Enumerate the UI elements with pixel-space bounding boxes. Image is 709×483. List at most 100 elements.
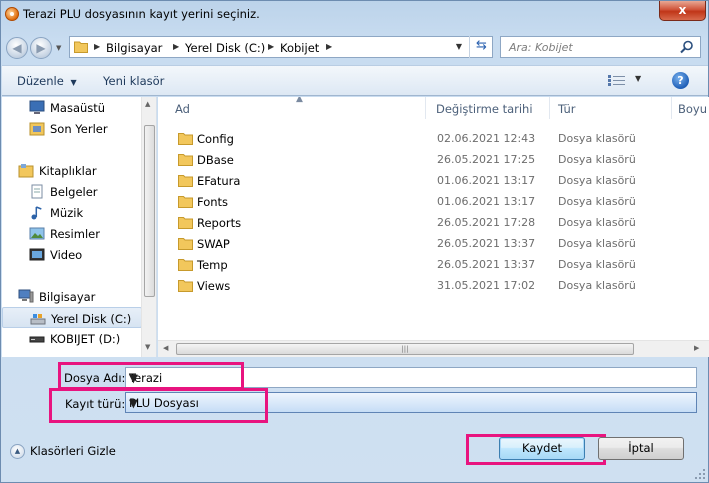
file-type: Dosya klasörü	[558, 258, 636, 271]
file-list-pane: Ad ▲ Değiştirme tarihi Tür Boyu Config 0…	[158, 97, 709, 357]
breadcrumb-separator-icon[interactable]: ▶	[268, 42, 274, 51]
chevron-down-icon[interactable]: ▼	[129, 396, 692, 410]
horizontal-scrollbar[interactable]: ◀ ||| ▶	[158, 340, 709, 357]
search-box[interactable]: Ara: Kobijet	[500, 36, 701, 58]
file-type: Dosya klasörü	[558, 279, 636, 292]
file-name: EFatura	[197, 174, 241, 188]
recent-pages-dropdown-icon[interactable]: ▼	[56, 44, 64, 52]
sidebar-item-video[interactable]: Video	[2, 244, 142, 265]
sidebar-item-local-disk[interactable]: Yerel Disk (C:)	[2, 307, 142, 328]
sidebar-scrollbar[interactable]: ▲ ▼	[141, 97, 156, 357]
view-options-dropdown-icon[interactable]: ▼	[635, 74, 641, 83]
refresh-icon: ⇆	[476, 38, 487, 53]
list-item[interactable]: Temp 26.05.2021 13:37 Dosya klasörü	[168, 254, 688, 275]
sidebar-item-label: Kitaplıklar	[39, 164, 97, 178]
file-type: Dosya klasörü	[558, 216, 636, 229]
column-header-label: Tür	[558, 102, 576, 116]
list-item[interactable]: Views 31.05.2021 17:02 Dosya klasörü	[168, 275, 688, 296]
folder-icon	[178, 217, 193, 229]
scroll-down-icon[interactable]: ▼	[145, 343, 150, 351]
list-item[interactable]: Fonts 01.06.2021 13:17 Dosya klasörü	[168, 191, 688, 212]
breadcrumb-computer[interactable]: Bilgisayar	[106, 41, 162, 55]
sidebar-item-label: Belgeler	[50, 185, 98, 199]
breadcrumb-local-disk[interactable]: Yerel Disk (C:)	[185, 41, 265, 55]
cancel-button[interactable]: İptal	[598, 437, 684, 460]
organize-menu-button[interactable]: Düzenle ▼	[17, 74, 77, 88]
sidebar-item-label: Bilgisayar	[39, 290, 96, 304]
breadcrumb-kobijet[interactable]: Kobijet	[280, 41, 319, 55]
save-type-select[interactable]: PLU Dosyası ▼	[125, 392, 697, 413]
list-item[interactable]: Reports 26.05.2021 17:28 Dosya klasörü	[168, 212, 688, 233]
folder-icon	[74, 41, 88, 53]
list-item[interactable]: Config 02.06.2021 12:43 Dosya klasörü	[168, 128, 688, 149]
pictures-icon	[29, 227, 45, 240]
sidebar-item-pictures[interactable]: Resimler	[2, 223, 142, 244]
save-file-dialog: Terazi PLU dosyasının kayıt yerini seçin…	[0, 0, 709, 483]
file-date: 26.05.2021 17:25	[437, 153, 536, 166]
column-header-size[interactable]: Boyu	[672, 97, 709, 119]
folder-icon	[178, 280, 193, 292]
save-button[interactable]: Kaydet	[499, 437, 585, 460]
scroll-thumb[interactable]: |||	[176, 343, 634, 355]
sidebar-item-libraries[interactable]: Kitaplıklar	[2, 160, 142, 181]
column-header-type[interactable]: Tür	[550, 97, 672, 119]
address-dropdown-icon[interactable]: ▼	[456, 42, 462, 51]
command-toolbar: Düzenle ▼ Yeni klasör ▼ ?	[2, 65, 708, 96]
folder-icon	[178, 196, 193, 208]
file-type: Dosya klasörü	[558, 153, 636, 166]
file-date: 26.05.2021 13:37	[437, 258, 536, 271]
breadcrumb-separator-icon[interactable]: ▶	[326, 42, 332, 51]
sidebar-item-computer[interactable]: Bilgisayar	[2, 286, 142, 307]
navigation-pane: Masaüstü Son Yerler Kitaplıklar Belgeler…	[2, 97, 157, 357]
breadcrumb-separator-icon[interactable]: ▶	[94, 42, 100, 51]
sidebar-item-label: Son Yerler	[50, 122, 108, 136]
resize-grip-icon[interactable]	[694, 468, 706, 480]
sidebar-item-music[interactable]: Müzik	[2, 202, 142, 223]
help-icon[interactable]: ?	[672, 72, 689, 89]
column-header-label: Boyu	[678, 102, 708, 116]
scroll-up-icon[interactable]: ▲	[145, 100, 150, 108]
address-bar[interactable]: ▶ Bilgisayar ▶ Yerel Disk (C:) ▶ Kobijet…	[69, 36, 493, 58]
forward-button[interactable]: ▶	[30, 37, 52, 59]
column-header-name[interactable]: Ad ▲	[158, 97, 426, 119]
file-date: 02.06.2021 12:43	[437, 132, 536, 145]
list-item[interactable]: SWAP 26.05.2021 13:37 Dosya klasörü	[168, 233, 688, 254]
file-date: 01.06.2021 13:17	[437, 195, 536, 208]
file-name: Reports	[197, 216, 242, 230]
change-view-icon[interactable]	[608, 74, 625, 87]
close-button[interactable]: x	[659, 1, 706, 21]
sidebar-item-desktop[interactable]: Masaüstü	[2, 97, 142, 118]
sort-ascending-icon: ▲	[296, 97, 303, 104]
scroll-thumb[interactable]	[144, 125, 155, 297]
file-name: SWAP	[197, 237, 230, 251]
breadcrumb-separator-icon[interactable]: ▶	[173, 42, 179, 51]
window-title: Terazi PLU dosyasının kayıt yerini seçin…	[23, 7, 260, 21]
refresh-button[interactable]: ⇆	[469, 36, 493, 58]
organize-label: Düzenle	[17, 74, 64, 88]
search-input[interactable]: Ara: Kobijet	[509, 41, 573, 54]
file-type: Dosya klasörü	[558, 174, 636, 187]
chevron-down-icon[interactable]: ▼	[129, 371, 692, 385]
column-header-label: Ad	[175, 102, 190, 116]
drive-icon	[29, 336, 45, 343]
filename-label: Dosya Adı:	[64, 371, 126, 385]
save-type-label: Kayıt türü:	[65, 397, 126, 411]
title-bar: Terazi PLU dosyasının kayıt yerini seçin…	[1, 1, 709, 31]
new-folder-button[interactable]: Yeni klasör	[103, 74, 164, 88]
list-item[interactable]: DBase 26.05.2021 17:25 Dosya klasörü	[168, 149, 688, 170]
back-button[interactable]: ◀	[6, 37, 28, 59]
hide-folders-label: Klasörleri Gizle	[30, 444, 116, 458]
folder-icon	[178, 154, 193, 166]
folder-icon	[178, 133, 193, 145]
sidebar-item-kobijet-drive[interactable]: KOBIJET (D:)	[2, 328, 142, 349]
scroll-left-icon[interactable]: ◀	[163, 344, 168, 352]
filename-field[interactable]: Terazi ▼	[125, 367, 697, 388]
column-header-date[interactable]: Değiştirme tarihi	[426, 97, 550, 119]
sidebar-item-documents[interactable]: Belgeler	[2, 181, 142, 202]
list-item[interactable]: EFatura 01.06.2021 13:17 Dosya klasörü	[168, 170, 688, 191]
video-icon	[29, 248, 45, 261]
file-name: Config	[197, 132, 234, 146]
scroll-right-icon[interactable]: ▶	[694, 344, 699, 352]
sidebar-item-recent-places[interactable]: Son Yerler	[2, 118, 142, 139]
search-icon[interactable]	[680, 40, 694, 54]
